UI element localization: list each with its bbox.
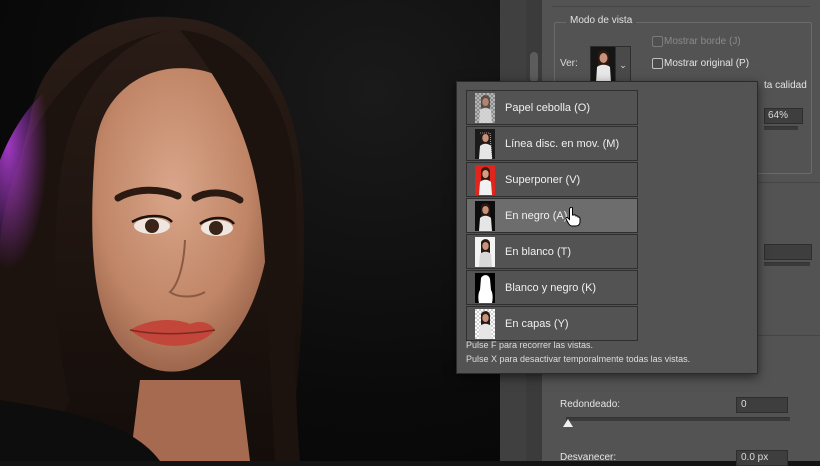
show-original-label: Mostrar original (P) <box>664 58 750 69</box>
view-mode-popup: Papel cebolla (O) Línea disc. en mov. (M… <box>456 81 758 374</box>
hand-pointer-icon <box>565 207 581 227</box>
onion-skin-thumbnail-icon <box>475 92 495 123</box>
show-original-checkbox[interactable] <box>652 58 663 69</box>
view-option-on-layers[interactable]: En capas (Y) <box>466 306 638 341</box>
smooth-slider-track[interactable] <box>566 417 790 421</box>
portrait-photo <box>0 16 305 461</box>
view-option-on-black[interactable]: En negro (A) <box>466 198 638 233</box>
view-option-overlay[interactable]: Superponer (V) <box>466 162 638 197</box>
show-edge-label: Mostrar borde (J) <box>664 36 741 47</box>
view-mode-list: Papel cebolla (O) Línea disc. en mov. (M… <box>466 90 638 342</box>
view-option-label: En blanco (T) <box>505 245 572 258</box>
on-white-thumbnail-icon <box>475 236 495 267</box>
view-option-onion-skin[interactable]: Papel cebolla (O) <box>466 90 638 125</box>
opacity-slider-track[interactable] <box>764 126 798 130</box>
marching-ants-thumbnail-icon <box>475 128 495 159</box>
view-option-label: Blanco y negro (K) <box>505 281 597 294</box>
feather-label: Desvanecer: <box>560 452 617 463</box>
show-edge-checkbox[interactable] <box>652 36 663 47</box>
hint-disable-views: Pulse X para desactivar temporalmente to… <box>466 354 691 364</box>
feather-field[interactable]: 0.0 px <box>736 450 788 466</box>
scrollbar-thumb[interactable] <box>530 52 538 82</box>
on-layers-thumbnail-icon <box>475 308 495 339</box>
view-option-label: Papel cebolla (O) <box>505 101 590 114</box>
radius-slider-track[interactable] <box>764 262 810 266</box>
smooth-slider-knob[interactable] <box>563 419 573 427</box>
view-dropdown-chevron-icon[interactable]: ⌄ <box>615 46 631 84</box>
view-mode-title: Modo de vista <box>566 15 637 26</box>
smooth-label: Redondeado: <box>560 399 621 410</box>
document-canvas[interactable] <box>0 0 500 461</box>
view-option-marching-ants[interactable]: Línea disc. en mov. (M) <box>466 126 638 161</box>
panel-top-divider <box>552 0 810 7</box>
view-option-label: Línea disc. en mov. (M) <box>505 137 620 150</box>
black-white-thumbnail-icon <box>475 272 495 303</box>
view-option-label: En negro (A) <box>505 209 568 222</box>
view-option-label: Superponer (V) <box>505 173 581 186</box>
high-quality-label: ta calidad <box>764 80 807 91</box>
on-black-thumbnail-icon <box>475 200 495 231</box>
smooth-field[interactable]: 0 <box>736 397 788 413</box>
radius-field[interactable] <box>764 244 812 260</box>
view-option-on-white[interactable]: En blanco (T) <box>466 234 638 269</box>
view-thumbnail[interactable] <box>590 46 616 84</box>
view-label: Ver: <box>560 58 578 69</box>
view-option-black-white[interactable]: Blanco y negro (K) <box>466 270 638 305</box>
current-view-thumbnail-icon <box>591 47 615 83</box>
hint-cycle-views: Pulse F para recorrer las vistas. <box>466 340 594 350</box>
opacity-field[interactable]: 64% <box>764 108 803 124</box>
view-option-label: En capas (Y) <box>505 317 569 330</box>
overlay-thumbnail-icon <box>475 164 495 195</box>
